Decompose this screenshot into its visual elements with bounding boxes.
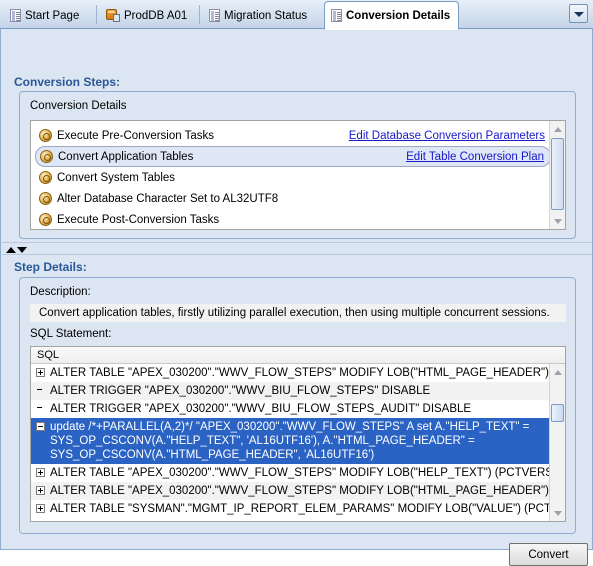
conversion-details-page: Conversion Steps: Conversion Details Exe… <box>0 29 593 566</box>
collapse-up-icon[interactable] <box>6 247 16 253</box>
document-icon <box>10 9 21 22</box>
step-details-title: Step Details: <box>14 260 87 274</box>
conversion-step-item[interactable]: Execute Post-Conversion Tasks <box>35 209 551 229</box>
expand-icon[interactable] <box>36 368 45 377</box>
chevron-down-icon <box>574 12 584 17</box>
clock-icon <box>39 213 52 226</box>
expand-placeholder-icon <box>36 386 45 395</box>
step-label: Convert System Tables <box>57 171 176 184</box>
step-details-panel: Description: Convert application tables,… <box>19 277 576 534</box>
sql-text: ALTER TABLE "APEX_030200"."WWV_FLOW_STEP… <box>50 367 549 379</box>
sql-text: ALTER TABLE "SYSMAN"."MGMT_IP_REPORT_ELE… <box>50 503 549 515</box>
table-row[interactable]: ALTER TABLE "APEX_030200"."WWV_FLOW_STEP… <box>31 364 549 382</box>
collapse-down-icon[interactable] <box>17 247 27 253</box>
sql-text: ALTER TRIGGER "APEX_030200"."WWV_BIU_FLO… <box>50 385 431 397</box>
tab-label: Migration Status <box>224 9 308 22</box>
sql-text: ALTER TRIGGER "APEX_030200"."WWV_BIU_FLO… <box>50 403 472 415</box>
scrollbar-thumb[interactable] <box>551 138 564 210</box>
sql-text: update /*+PARALLEL(A,2)*/ "APEX_030200".… <box>50 421 530 461</box>
clock-icon <box>39 171 52 184</box>
sql-text: ALTER TABLE "APEX_030200"."WWV_FLOW_STEP… <box>50 467 549 479</box>
edit-table-conversion-plan-link[interactable]: Edit Table Conversion Plan <box>406 151 544 163</box>
collapse-icon[interactable] <box>36 422 45 431</box>
panel-splitter[interactable] <box>2 242 592 255</box>
tab-label: ProdDB A01 <box>124 9 188 22</box>
sql-table-scrollbar[interactable] <box>549 364 565 521</box>
tab-proddb-a01[interactable]: ProdDB A01 <box>100 2 195 29</box>
scroll-down-arrow-icon[interactable] <box>550 213 565 229</box>
scroll-up-arrow-icon[interactable] <box>550 121 565 137</box>
clock-icon <box>39 192 52 205</box>
tab-migration-status[interactable]: Migration Status <box>203 2 315 29</box>
step-label: Execute Pre-Conversion Tasks <box>57 129 215 142</box>
step-label: Convert Application Tables <box>58 150 194 163</box>
description-label: Description: <box>30 286 91 298</box>
database-icon <box>106 9 120 22</box>
tab-start-page[interactable]: Start Page <box>4 2 87 29</box>
tab-label: Start Page <box>25 9 80 22</box>
table-row-selected[interactable]: update /*+PARALLEL(A,2)*/ "APEX_030200".… <box>31 418 549 464</box>
tab-separator <box>96 5 97 24</box>
sql-text: ALTER TABLE "APEX_030200"."WWV_FLOW_STEP… <box>50 485 549 497</box>
sql-statement-label: SQL Statement: <box>30 328 112 340</box>
sql-column-header: SQL <box>31 347 565 364</box>
conversion-step-item-selected[interactable]: Convert Application Tables Edit Table Co… <box>35 146 551 167</box>
sql-statement-table: SQL ALTER TABLE "APEX_030200"."WWV_FLOW_… <box>30 346 566 522</box>
conversion-step-item[interactable]: Alter Database Character Set to AL32UTF8 <box>35 188 551 209</box>
scroll-up-arrow-icon[interactable] <box>550 364 565 380</box>
conversion-steps-title: Conversion Steps: <box>14 75 121 89</box>
tab-list-dropdown-button[interactable] <box>569 4 588 23</box>
conversion-steps-panel-label: Conversion Details <box>30 100 127 112</box>
conversion-steps-scrollbar[interactable] <box>549 121 565 229</box>
description-value: Convert application tables, firstly util… <box>30 304 566 322</box>
expand-icon[interactable] <box>36 468 45 477</box>
tab-label: Conversion Details <box>346 9 451 22</box>
expand-icon[interactable] <box>36 504 45 513</box>
edit-database-conversion-parameters-link[interactable]: Edit Database Conversion Parameters <box>349 130 545 142</box>
table-row[interactable]: ALTER TRIGGER "APEX_030200"."WWV_BIU_FLO… <box>31 382 549 400</box>
table-row[interactable]: ALTER TRIGGER "APEX_030200"."WWV_BIU_FLO… <box>31 400 549 418</box>
convert-button[interactable]: Convert <box>509 543 588 566</box>
step-label: Alter Database Character Set to AL32UTF8 <box>57 192 279 205</box>
step-label: Execute Post-Conversion Tasks <box>57 213 220 226</box>
table-row[interactable]: ALTER TABLE "SYSMAN"."MGMT_IP_REPORT_ELE… <box>31 500 549 518</box>
conversion-steps-list: Execute Pre-Conversion Tasks Edit Databa… <box>30 120 566 230</box>
scroll-down-arrow-icon[interactable] <box>550 505 565 521</box>
conversion-step-item[interactable]: Convert System Tables <box>35 167 551 188</box>
tab-bar: Start Page ProdDB A01 Migration Status C… <box>0 0 593 30</box>
tab-separator <box>199 5 200 24</box>
conversion-steps-panel: Conversion Details Execute Pre-Conversio… <box>19 91 576 239</box>
conversion-step-item[interactable]: Execute Pre-Conversion Tasks Edit Databa… <box>35 125 551 146</box>
document-icon <box>209 9 220 22</box>
clock-icon <box>40 150 53 163</box>
tab-conversion-details[interactable]: Conversion Details <box>324 1 460 30</box>
expand-icon[interactable] <box>36 486 45 495</box>
clock-icon <box>39 129 52 142</box>
table-row[interactable]: ALTER TABLE "APEX_030200"."WWV_FLOW_STEP… <box>31 464 549 482</box>
sql-rows-container: ALTER TABLE "APEX_030200"."WWV_FLOW_STEP… <box>31 364 549 521</box>
scrollbar-thumb[interactable] <box>551 404 564 422</box>
document-icon <box>331 9 342 22</box>
expand-placeholder-icon <box>36 404 45 413</box>
table-row[interactable]: ALTER TABLE "APEX_030200"."WWV_FLOW_STEP… <box>31 482 549 500</box>
